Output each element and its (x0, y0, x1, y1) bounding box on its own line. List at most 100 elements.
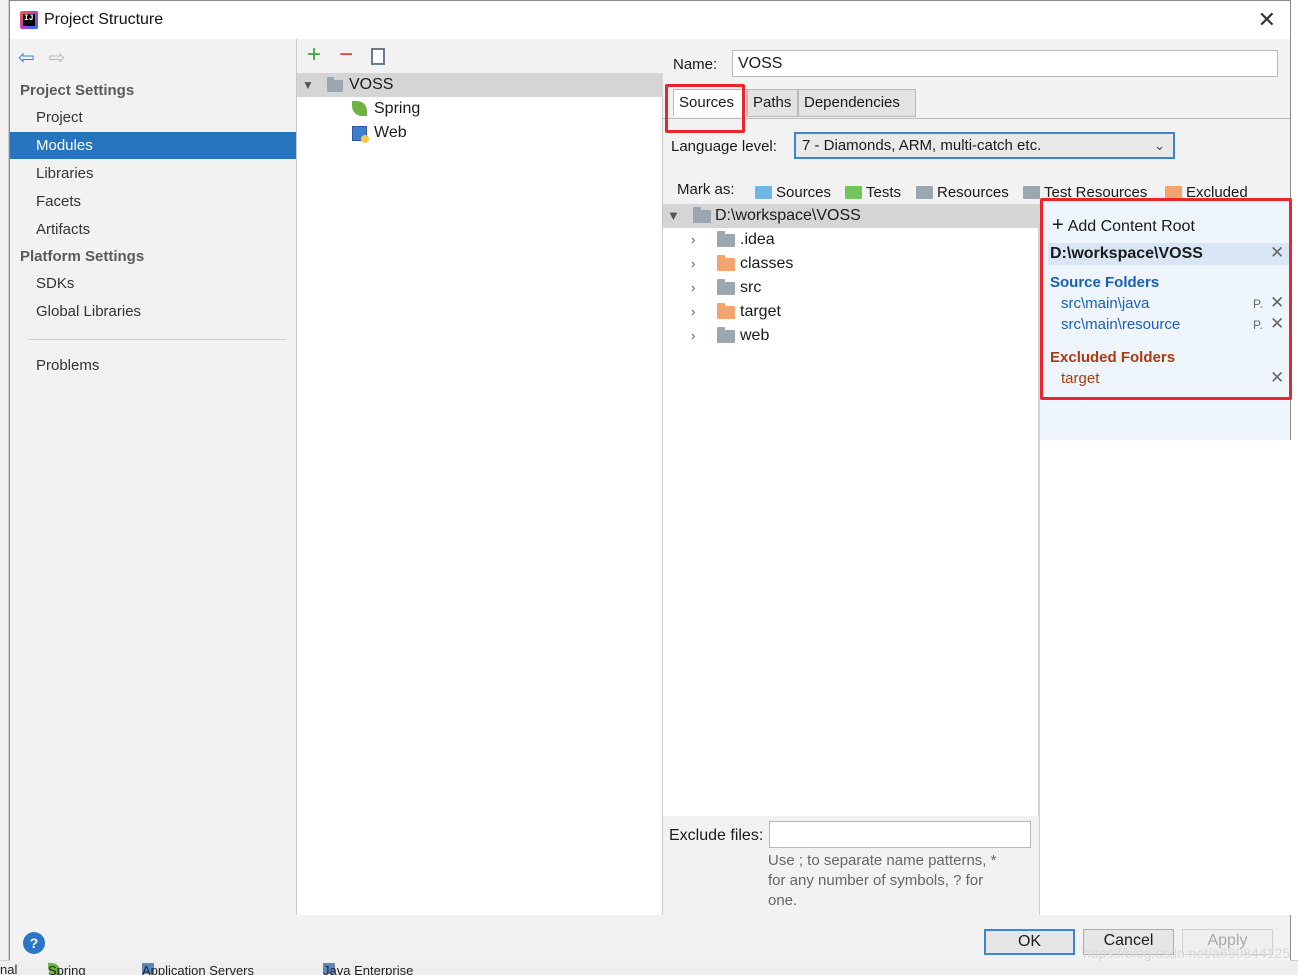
excluded-folder-icon (717, 303, 735, 319)
sidebar-divider (28, 339, 286, 340)
sidebar-item-global-libraries[interactable]: Global Libraries (10, 298, 296, 325)
help-icon[interactable]: ? (23, 932, 45, 954)
excluded-folder-icon (717, 255, 735, 271)
web-facet-icon (352, 126, 369, 143)
platform-settings-heading: Platform Settings (20, 248, 145, 265)
remove-excluded-folder-icon[interactable]: ✕ (1270, 368, 1284, 388)
chevron-down-icon[interactable]: ▼ (302, 73, 314, 97)
module-name-field[interactable]: VOSS (732, 50, 1278, 77)
remove-source-folder-icon[interactable]: ✕ (1270, 293, 1284, 313)
file-tree-item-label: .idea (740, 231, 775, 248)
file-tree-item[interactable]: › .idea (663, 228, 1039, 252)
mark-as-resources-button[interactable]: Resources (916, 183, 1009, 203)
tab-dependencies[interactable]: Dependencies (798, 89, 916, 117)
remove-source-folder-icon[interactable]: ✕ (1270, 314, 1284, 334)
content-root-path: D:\workspace\VOSS (1048, 243, 1291, 265)
project-structure-dialog: IJ Project Structure ✕ ⇦ ⇨ Project Settin… (9, 0, 1291, 961)
file-tree-item-label: src (740, 279, 762, 296)
file-tree-item-label: target (740, 303, 781, 320)
back-arrow-icon[interactable]: ⇦ (18, 47, 35, 69)
forward-arrow-icon[interactable]: ⇨ (49, 47, 66, 69)
history-nav: ⇦ ⇨ (18, 45, 66, 70)
intellij-logo-icon: IJ (20, 11, 38, 29)
sidebar-item-facets[interactable]: Facets (10, 188, 296, 215)
chevron-right-icon[interactable]: › (691, 252, 695, 276)
sources-folder-icon (755, 186, 772, 199)
name-label: Name: (673, 56, 718, 73)
module-tree-root-label: VOSS (349, 76, 394, 93)
chevron-right-icon[interactable]: › (691, 300, 695, 324)
module-tree-item-label: Web (374, 124, 407, 141)
package-prefix-icon[interactable]: P. (1253, 318, 1263, 332)
watermark: https://blog.csdn.net/a690844125 (1082, 945, 1290, 961)
window-title: Project Structure (44, 11, 164, 28)
project-settings-heading: Project Settings (20, 82, 135, 99)
folder-icon (717, 231, 735, 247)
resources-folder-icon (916, 186, 933, 199)
language-level-select[interactable]: 7 - Diamonds, ARM, multi-catch etc. ⌄ (794, 132, 1175, 159)
module-tree-item-spring[interactable]: Spring (297, 97, 663, 121)
mark-as-tests-button[interactable]: Tests (845, 183, 901, 203)
content-root-panel: + Add Content Root D:\workspace\VOSS ✕ So… (1039, 204, 1291, 915)
chevron-right-icon[interactable]: › (691, 276, 695, 300)
sidebar-item-modules[interactable]: Modules (10, 132, 296, 159)
test-resources-folder-icon (1023, 186, 1040, 199)
mark-as-excluded-button[interactable]: Excluded (1165, 183, 1248, 203)
mark-as-label: Mark as: (677, 181, 735, 198)
spring-leaf-icon (352, 101, 367, 116)
chevron-right-icon[interactable]: › (691, 324, 695, 348)
package-prefix-icon[interactable]: P. (1253, 297, 1263, 311)
sidebar-item-libraries[interactable]: Libraries (10, 160, 296, 187)
source-folder-item[interactable]: src\main\resource (1061, 316, 1180, 333)
folder-icon (693, 207, 711, 223)
chevron-right-icon[interactable]: › (691, 228, 695, 252)
module-details-pane: Name: VOSS Sources Paths Dependencies La… (663, 39, 1291, 915)
settings-sidebar: ⇦ ⇨ Project Settings Project Modules Libr… (10, 39, 297, 915)
tab-sources[interactable]: Sources (673, 89, 747, 117)
sidebar-item-sdks[interactable]: SDKs (10, 270, 296, 297)
ok-button[interactable]: OK (984, 929, 1075, 955)
folder-icon (717, 279, 735, 295)
tests-folder-icon (845, 186, 862, 199)
content-root-panel-empty-area (1040, 440, 1291, 915)
language-level-value: 7 - Diamonds, ARM, multi-catch etc. (802, 137, 1042, 154)
folder-icon (717, 327, 735, 343)
file-tree-item[interactable]: › src (663, 276, 1039, 300)
file-tree-item-label: classes (740, 255, 794, 272)
source-folder-item[interactable]: src\main\java (1061, 295, 1149, 312)
copy-icon[interactable] (371, 48, 385, 65)
language-level-label: Language level: (671, 138, 777, 155)
sidebar-item-problems[interactable]: Problems (10, 352, 296, 379)
background-tab: nal (0, 962, 18, 975)
chevron-down-icon: ⌄ (1154, 138, 1165, 153)
sidebar-item-project[interactable]: Project (10, 104, 296, 131)
exclude-files-hint: Use ; to separate name patterns, * for a… (768, 852, 997, 909)
add-icon[interactable]: + (307, 41, 321, 69)
excluded-folder-item[interactable]: target (1061, 370, 1099, 387)
tab-paths[interactable]: Paths (747, 89, 798, 117)
tab-underline (663, 118, 1290, 119)
module-tree-item-web[interactable]: Web (297, 121, 663, 145)
excluded-folder-icon (1165, 186, 1182, 199)
remove-icon[interactable]: − (339, 41, 353, 69)
file-tree-root[interactable]: ▼ D:\workspace\VOSS (663, 204, 1039, 228)
mark-as-test-resources-button[interactable]: Test Resources (1023, 183, 1147, 203)
close-icon[interactable]: ✕ (1258, 7, 1276, 33)
file-tree-item[interactable]: › classes (663, 252, 1039, 276)
module-tree-root[interactable]: ▼ VOSS (297, 73, 663, 97)
content-file-tree: ▼ D:\workspace\VOSS › .idea › classes › … (663, 204, 1039, 816)
sidebar-item-artifacts[interactable]: Artifacts (10, 216, 296, 243)
file-tree-item[interactable]: › web (663, 324, 1039, 348)
background-window-tabbar: nal Spring Application Servers Java Ente… (0, 960, 1298, 975)
mark-as-sources-button[interactable]: Sources (755, 183, 831, 203)
module-tree-pane: + − ▼ VOSS Spring Web (297, 39, 663, 915)
remove-content-root-icon[interactable]: ✕ (1270, 243, 1284, 263)
file-tree-item-label: web (740, 327, 770, 344)
module-folder-icon (327, 77, 343, 92)
exclude-files-field[interactable] (769, 821, 1031, 848)
file-tree-item[interactable]: › target (663, 300, 1039, 324)
excluded-folders-heading: Excluded Folders (1050, 349, 1176, 366)
add-content-root-button[interactable]: + Add Content Root (1052, 214, 1195, 237)
chevron-down-icon[interactable]: ▼ (667, 204, 680, 228)
file-tree-root-label: D:\workspace\VOSS (715, 207, 861, 224)
